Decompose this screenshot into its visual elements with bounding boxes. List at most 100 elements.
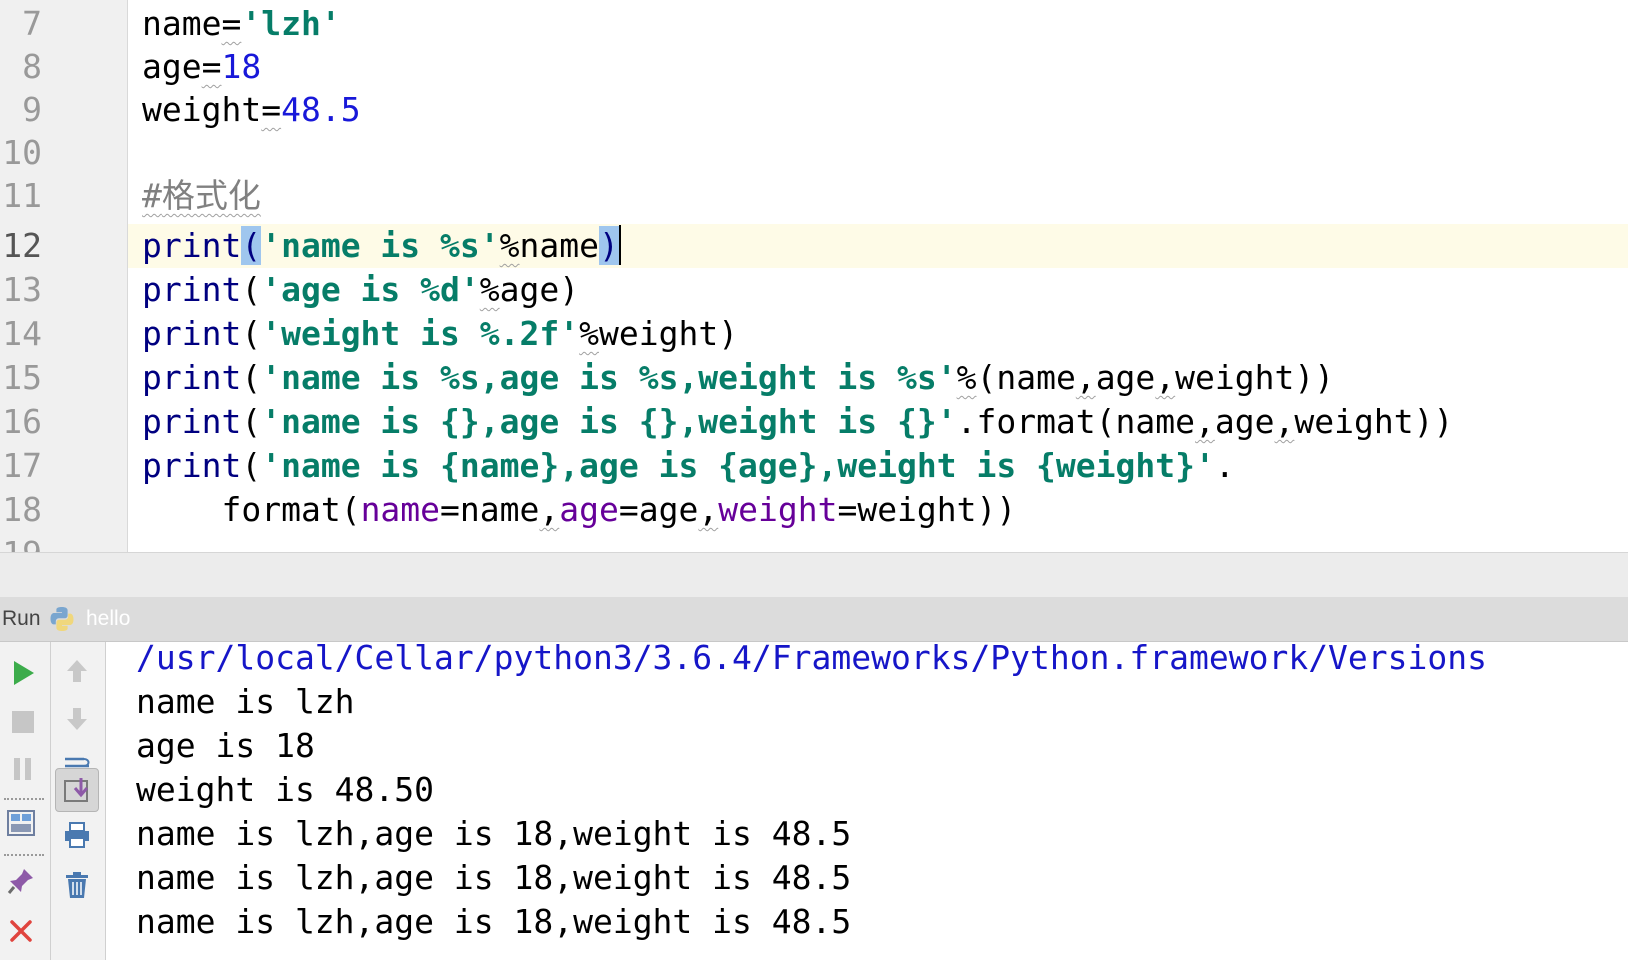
comma: , (698, 490, 719, 529)
keyword-param: weight (718, 490, 838, 529)
string-literal: 'name is {},age is {},weight is {}' (261, 402, 957, 441)
code-line[interactable]: print('name is %s,age is %s,weight is %s… (142, 356, 1334, 400)
line-number: 18 (2, 490, 42, 529)
operator: % (956, 358, 977, 397)
code-editor[interactable]: 7 8 9 10 11 12 13 14 15 16 17 18 19 name… (0, 0, 1628, 552)
line-number: 14 (2, 314, 42, 353)
string-literal: 'name is %s' (261, 226, 500, 265)
run-icon[interactable] (6, 656, 40, 690)
keyword-param: name (360, 490, 441, 529)
string-literal: 'name is %s,age is %s,weight is %s' (261, 358, 957, 397)
comma: , (539, 490, 560, 529)
identifier: name (142, 4, 222, 43)
code-line[interactable]: print('age is %d'%age) (142, 268, 579, 312)
identifier: age (142, 47, 202, 86)
string-literal: 'name is {name},age is {age},weight is {… (261, 446, 1215, 485)
arrow-up-icon[interactable] (60, 654, 94, 688)
console-output-line: age is 18 (136, 726, 315, 765)
console-output-line: name is lzh,age is 18,weight is 48.5 (136, 814, 852, 853)
comma: , (1155, 358, 1176, 397)
line-number: 16 (2, 402, 42, 441)
paren-open-matched: ( (241, 226, 262, 265)
arrow-down-icon[interactable] (60, 702, 94, 736)
line-number: 9 (22, 90, 42, 129)
scroll-to-end-icon[interactable] (55, 768, 99, 812)
run-toolbar-primary (0, 642, 51, 960)
operator: = (201, 47, 222, 86)
format-call: .format(name (956, 402, 1196, 441)
dot-operator: . (1214, 446, 1235, 485)
close-icon[interactable] (4, 914, 38, 948)
run-console-output[interactable]: /usr/local/Cellar/python3/3.6.4/Framewor… (106, 642, 1628, 960)
run-tool-window-header: Run hello (0, 597, 1628, 642)
line-number: 19 (0, 532, 42, 552)
stop-icon[interactable] (6, 705, 40, 739)
console-output-line: name is lzh,age is 18,weight is 48.5 (136, 858, 852, 897)
line-number: 8 (22, 47, 42, 86)
code-line[interactable]: name='lzh' (142, 2, 341, 46)
panel-splitter[interactable] (0, 552, 1628, 598)
console-output-line: weight is 48.50 (136, 770, 435, 809)
pause-icon[interactable] (6, 752, 40, 786)
operator: % (499, 226, 520, 265)
line-number: 15 (2, 358, 42, 397)
line-number: 7 (22, 4, 42, 43)
paren-open: ( (241, 314, 262, 353)
console-command-line[interactable]: /usr/local/Cellar/python3/3.6.4/Framewor… (136, 642, 1487, 680)
string-literal: 'weight is %.2f' (261, 314, 580, 353)
run-panel-title: Run (2, 607, 41, 630)
run-toolbar-secondary (51, 642, 106, 960)
line-number: 17 (2, 446, 42, 485)
number-literal: 18 (221, 47, 262, 86)
line-number-gutter[interactable]: 7 8 9 10 11 12 13 14 15 16 17 18 19 (0, 0, 128, 552)
string-literal: 'lzh' (241, 4, 341, 43)
code-line[interactable]: format(name=name,age=age,weight=weight)) (142, 488, 1016, 532)
python-icon (50, 607, 74, 631)
operator: = (261, 90, 282, 129)
code-line[interactable]: print('name is {name},age is {age},weigh… (142, 444, 1235, 488)
print-icon[interactable] (60, 818, 94, 852)
identifier: (name (976, 358, 1076, 397)
identifier: name (519, 226, 599, 265)
pin-icon[interactable] (4, 864, 38, 898)
code-line[interactable]: print('weight is %.2f'%weight) (142, 312, 738, 356)
line-number-current: 12 (2, 226, 42, 265)
paren-open: ( (241, 270, 262, 309)
trash-icon[interactable] (60, 868, 94, 902)
line-number: 10 (2, 133, 42, 172)
code-line[interactable]: age=18 (142, 45, 261, 89)
identifier: weight)) (1175, 358, 1335, 397)
identifier: age (1095, 358, 1156, 397)
comment-hash: # (142, 176, 162, 215)
operator: % (479, 270, 500, 309)
code-line[interactable]: print('name is {},age is {},weight is {}… (142, 400, 1453, 444)
paren-open: ( (241, 358, 262, 397)
identifier: weight (142, 90, 262, 129)
comma: , (1195, 402, 1215, 441)
toolbar-separator (4, 854, 44, 856)
paren-open: ( (241, 446, 262, 485)
comment-line[interactable]: #格式化 (142, 174, 261, 218)
code-line[interactable]: weight=48.5 (142, 88, 361, 132)
text-caret (618, 225, 621, 265)
layout-icon[interactable] (4, 806, 38, 840)
code-line-current[interactable]: print('name is %s'%name) (142, 224, 621, 268)
paren-open: ( (241, 402, 262, 441)
builtin-print: print (142, 402, 242, 441)
number-literal: 48.5 (281, 90, 361, 129)
operator: % (579, 314, 599, 353)
identifier: =age (618, 490, 699, 529)
identifier: weight)) (1294, 402, 1454, 441)
console-output-line: name is lzh (136, 682, 355, 721)
comma: , (1274, 402, 1295, 441)
run-config-tab[interactable]: hello (86, 607, 130, 631)
console-output-line: name is lzh,age is 18,weight is 48.5 (136, 902, 852, 941)
operator: = (221, 4, 242, 43)
identifier: =weight)) (837, 490, 1017, 529)
identifier: age) (499, 270, 580, 309)
comment-text: 格式化 (161, 176, 261, 215)
line-number: 13 (2, 270, 42, 309)
identifier: age (1214, 402, 1275, 441)
format-call: format( (221, 490, 361, 529)
